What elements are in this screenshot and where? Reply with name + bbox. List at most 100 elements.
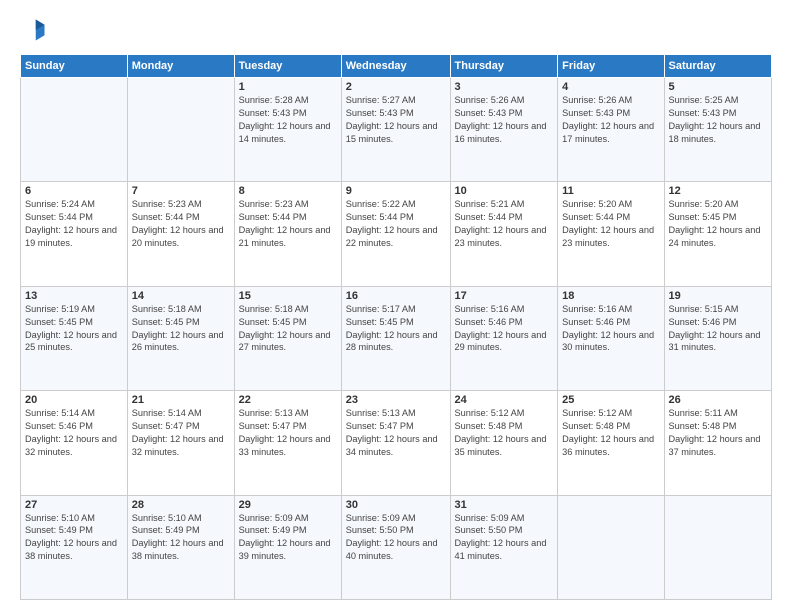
- day-number: 22: [239, 394, 337, 406]
- cell-info: Sunrise: 5:10 AM Sunset: 5:49 PM Dayligh…: [25, 512, 123, 564]
- calendar-cell: 28Sunrise: 5:10 AM Sunset: 5:49 PM Dayli…: [127, 495, 234, 599]
- calendar-cell: 8Sunrise: 5:23 AM Sunset: 5:44 PM Daylig…: [234, 182, 341, 286]
- day-number: 24: [455, 394, 554, 406]
- calendar-week-2: 6Sunrise: 5:24 AM Sunset: 5:44 PM Daylig…: [21, 182, 772, 286]
- day-number: 4: [562, 81, 659, 93]
- day-number: 6: [25, 185, 123, 197]
- cell-info: Sunrise: 5:23 AM Sunset: 5:44 PM Dayligh…: [239, 198, 337, 250]
- cell-info: Sunrise: 5:17 AM Sunset: 5:45 PM Dayligh…: [346, 303, 446, 355]
- cell-info: Sunrise: 5:09 AM Sunset: 5:50 PM Dayligh…: [455, 512, 554, 564]
- calendar-cell: 9Sunrise: 5:22 AM Sunset: 5:44 PM Daylig…: [341, 182, 450, 286]
- day-header-wednesday: Wednesday: [341, 55, 450, 78]
- day-number: 20: [25, 394, 123, 406]
- calendar-cell: 2Sunrise: 5:27 AM Sunset: 5:43 PM Daylig…: [341, 78, 450, 182]
- cell-info: Sunrise: 5:18 AM Sunset: 5:45 PM Dayligh…: [132, 303, 230, 355]
- calendar-cell: 3Sunrise: 5:26 AM Sunset: 5:43 PM Daylig…: [450, 78, 558, 182]
- calendar-cell: 5Sunrise: 5:25 AM Sunset: 5:43 PM Daylig…: [664, 78, 772, 182]
- day-number: 30: [346, 499, 446, 511]
- cell-info: Sunrise: 5:10 AM Sunset: 5:49 PM Dayligh…: [132, 512, 230, 564]
- calendar-table: SundayMondayTuesdayWednesdayThursdayFrid…: [20, 54, 772, 600]
- calendar-cell: [558, 495, 664, 599]
- cell-info: Sunrise: 5:16 AM Sunset: 5:46 PM Dayligh…: [455, 303, 554, 355]
- cell-info: Sunrise: 5:13 AM Sunset: 5:47 PM Dayligh…: [346, 407, 446, 459]
- day-number: 7: [132, 185, 230, 197]
- day-number: 8: [239, 185, 337, 197]
- day-number: 18: [562, 290, 659, 302]
- cell-info: Sunrise: 5:19 AM Sunset: 5:45 PM Dayligh…: [25, 303, 123, 355]
- day-header-sunday: Sunday: [21, 55, 128, 78]
- cell-info: Sunrise: 5:26 AM Sunset: 5:43 PM Dayligh…: [562, 94, 659, 146]
- calendar-cell: [664, 495, 772, 599]
- day-number: 31: [455, 499, 554, 511]
- calendar-cell: [127, 78, 234, 182]
- day-header-monday: Monday: [127, 55, 234, 78]
- header: [20, 16, 772, 44]
- logo-icon: [20, 16, 48, 44]
- day-number: 1: [239, 81, 337, 93]
- cell-info: Sunrise: 5:23 AM Sunset: 5:44 PM Dayligh…: [132, 198, 230, 250]
- cell-info: Sunrise: 5:09 AM Sunset: 5:50 PM Dayligh…: [346, 512, 446, 564]
- cell-info: Sunrise: 5:26 AM Sunset: 5:43 PM Dayligh…: [455, 94, 554, 146]
- day-number: 14: [132, 290, 230, 302]
- calendar-cell: 17Sunrise: 5:16 AM Sunset: 5:46 PM Dayli…: [450, 286, 558, 390]
- day-number: 27: [25, 499, 123, 511]
- day-number: 21: [132, 394, 230, 406]
- day-number: 9: [346, 185, 446, 197]
- calendar-cell: 4Sunrise: 5:26 AM Sunset: 5:43 PM Daylig…: [558, 78, 664, 182]
- day-number: 16: [346, 290, 446, 302]
- cell-info: Sunrise: 5:11 AM Sunset: 5:48 PM Dayligh…: [669, 407, 768, 459]
- day-number: 13: [25, 290, 123, 302]
- cell-info: Sunrise: 5:28 AM Sunset: 5:43 PM Dayligh…: [239, 94, 337, 146]
- calendar-cell: 29Sunrise: 5:09 AM Sunset: 5:49 PM Dayli…: [234, 495, 341, 599]
- calendar-cell: 11Sunrise: 5:20 AM Sunset: 5:44 PM Dayli…: [558, 182, 664, 286]
- day-number: 19: [669, 290, 768, 302]
- day-header-friday: Friday: [558, 55, 664, 78]
- day-number: 17: [455, 290, 554, 302]
- calendar-week-5: 27Sunrise: 5:10 AM Sunset: 5:49 PM Dayli…: [21, 495, 772, 599]
- calendar-cell: 30Sunrise: 5:09 AM Sunset: 5:50 PM Dayli…: [341, 495, 450, 599]
- cell-info: Sunrise: 5:22 AM Sunset: 5:44 PM Dayligh…: [346, 198, 446, 250]
- calendar-week-4: 20Sunrise: 5:14 AM Sunset: 5:46 PM Dayli…: [21, 391, 772, 495]
- day-number: 23: [346, 394, 446, 406]
- calendar-cell: 6Sunrise: 5:24 AM Sunset: 5:44 PM Daylig…: [21, 182, 128, 286]
- cell-info: Sunrise: 5:21 AM Sunset: 5:44 PM Dayligh…: [455, 198, 554, 250]
- day-number: 15: [239, 290, 337, 302]
- cell-info: Sunrise: 5:24 AM Sunset: 5:44 PM Dayligh…: [25, 198, 123, 250]
- calendar-cell: [21, 78, 128, 182]
- calendar-cell: 18Sunrise: 5:16 AM Sunset: 5:46 PM Dayli…: [558, 286, 664, 390]
- day-number: 3: [455, 81, 554, 93]
- day-number: 25: [562, 394, 659, 406]
- calendar-cell: 15Sunrise: 5:18 AM Sunset: 5:45 PM Dayli…: [234, 286, 341, 390]
- day-number: 5: [669, 81, 768, 93]
- calendar-cell: 25Sunrise: 5:12 AM Sunset: 5:48 PM Dayli…: [558, 391, 664, 495]
- day-number: 2: [346, 81, 446, 93]
- cell-info: Sunrise: 5:12 AM Sunset: 5:48 PM Dayligh…: [562, 407, 659, 459]
- day-number: 11: [562, 185, 659, 197]
- calendar-cell: 14Sunrise: 5:18 AM Sunset: 5:45 PM Dayli…: [127, 286, 234, 390]
- cell-info: Sunrise: 5:15 AM Sunset: 5:46 PM Dayligh…: [669, 303, 768, 355]
- calendar-week-3: 13Sunrise: 5:19 AM Sunset: 5:45 PM Dayli…: [21, 286, 772, 390]
- calendar-cell: 26Sunrise: 5:11 AM Sunset: 5:48 PM Dayli…: [664, 391, 772, 495]
- day-number: 28: [132, 499, 230, 511]
- calendar-cell: 21Sunrise: 5:14 AM Sunset: 5:47 PM Dayli…: [127, 391, 234, 495]
- calendar-cell: 1Sunrise: 5:28 AM Sunset: 5:43 PM Daylig…: [234, 78, 341, 182]
- calendar-cell: 16Sunrise: 5:17 AM Sunset: 5:45 PM Dayli…: [341, 286, 450, 390]
- calendar-cell: 12Sunrise: 5:20 AM Sunset: 5:45 PM Dayli…: [664, 182, 772, 286]
- calendar-cell: 27Sunrise: 5:10 AM Sunset: 5:49 PM Dayli…: [21, 495, 128, 599]
- cell-info: Sunrise: 5:13 AM Sunset: 5:47 PM Dayligh…: [239, 407, 337, 459]
- day-header-saturday: Saturday: [664, 55, 772, 78]
- calendar-cell: 19Sunrise: 5:15 AM Sunset: 5:46 PM Dayli…: [664, 286, 772, 390]
- cell-info: Sunrise: 5:12 AM Sunset: 5:48 PM Dayligh…: [455, 407, 554, 459]
- cell-info: Sunrise: 5:14 AM Sunset: 5:47 PM Dayligh…: [132, 407, 230, 459]
- day-header-tuesday: Tuesday: [234, 55, 341, 78]
- cell-info: Sunrise: 5:14 AM Sunset: 5:46 PM Dayligh…: [25, 407, 123, 459]
- cell-info: Sunrise: 5:20 AM Sunset: 5:44 PM Dayligh…: [562, 198, 659, 250]
- day-header-thursday: Thursday: [450, 55, 558, 78]
- day-number: 12: [669, 185, 768, 197]
- day-number: 29: [239, 499, 337, 511]
- logo: [20, 16, 52, 44]
- cell-info: Sunrise: 5:16 AM Sunset: 5:46 PM Dayligh…: [562, 303, 659, 355]
- calendar-cell: 7Sunrise: 5:23 AM Sunset: 5:44 PM Daylig…: [127, 182, 234, 286]
- calendar-cell: 31Sunrise: 5:09 AM Sunset: 5:50 PM Dayli…: [450, 495, 558, 599]
- calendar-cell: 23Sunrise: 5:13 AM Sunset: 5:47 PM Dayli…: [341, 391, 450, 495]
